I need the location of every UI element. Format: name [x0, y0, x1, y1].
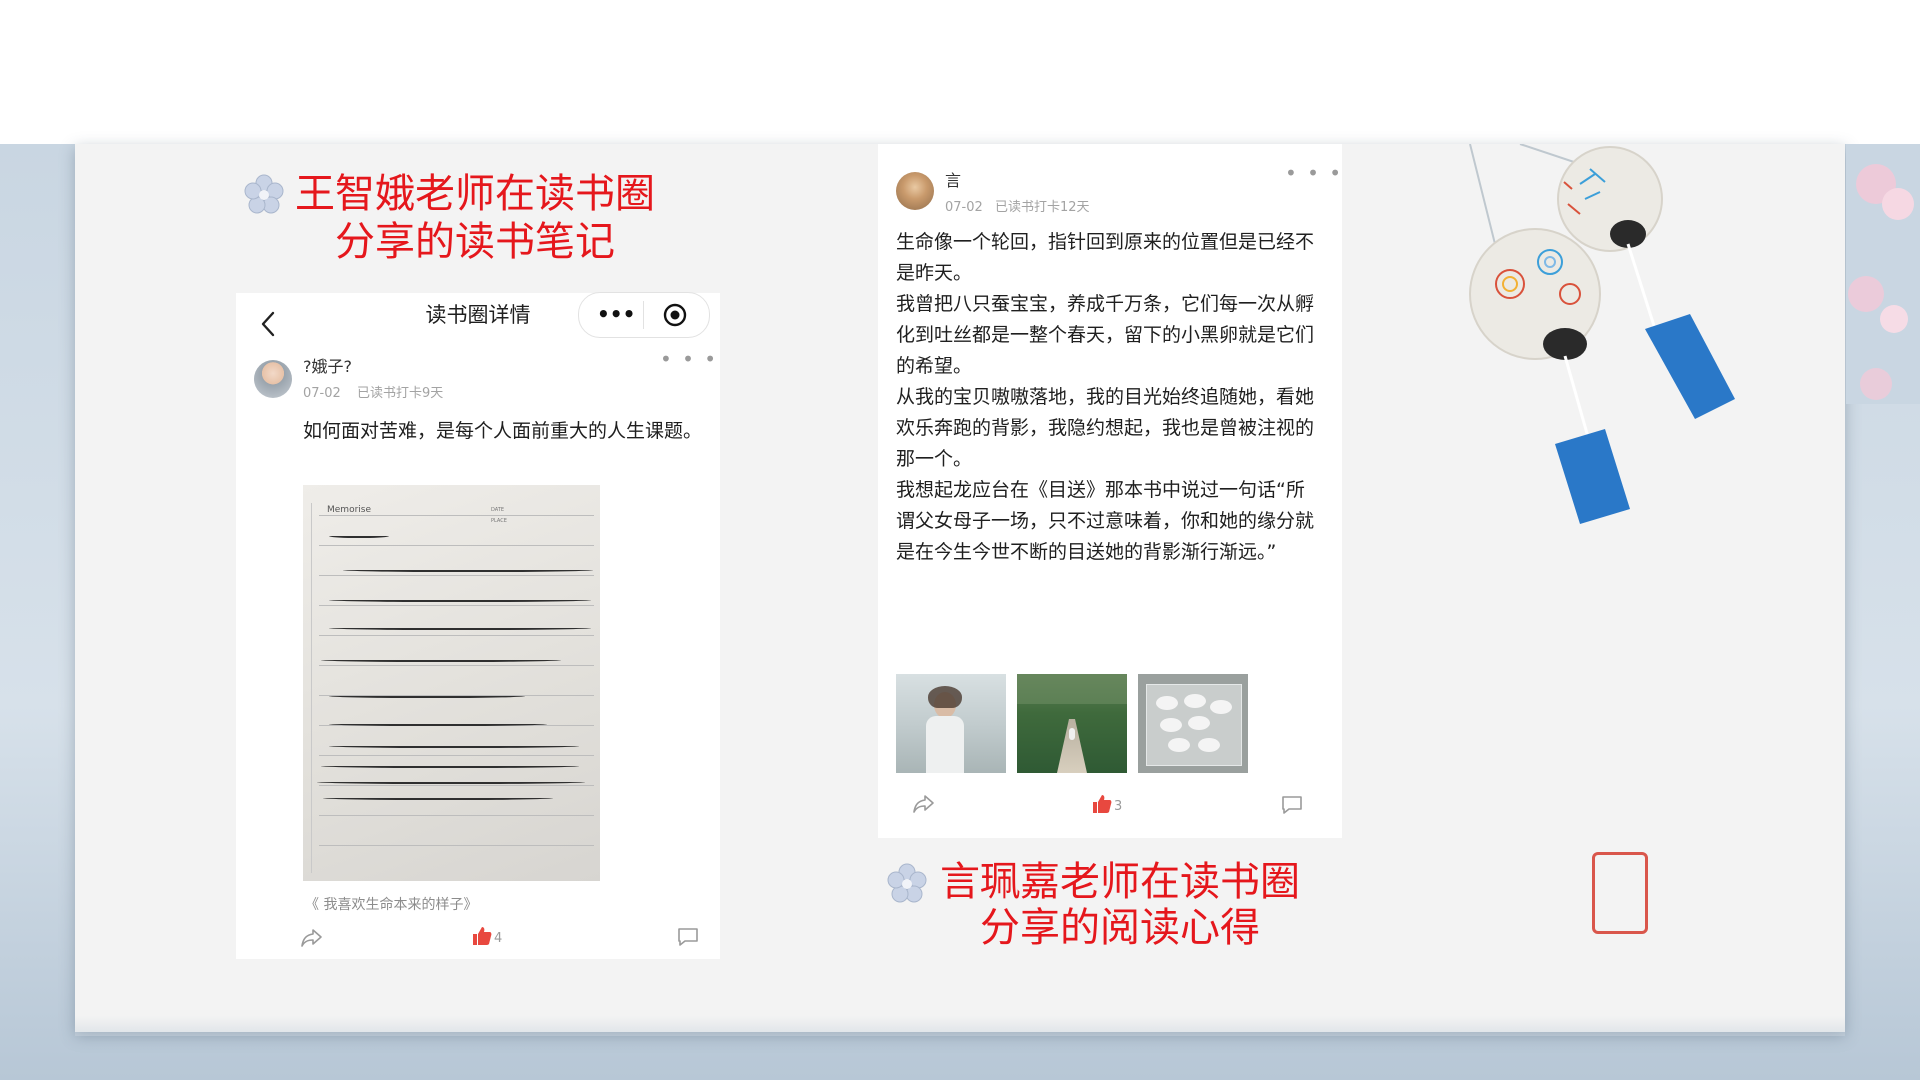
seal-stamp	[1592, 852, 1648, 934]
photo-thumbnail-girl[interactable]	[896, 674, 1006, 773]
note-place-label: PLACE	[491, 518, 507, 524]
like-count: 4	[494, 931, 503, 946]
like-icon[interactable]	[472, 926, 492, 946]
back-arrow-icon[interactable]	[259, 310, 279, 338]
checkin-days: 已读书打卡12天	[995, 200, 1090, 215]
photo-thumbnail-cocoons[interactable]	[1138, 674, 1248, 773]
post-more-icon[interactable]: • • •	[660, 349, 718, 369]
like-count: 3	[1114, 799, 1123, 814]
capsule-menu: •••	[578, 292, 710, 338]
post-paragraphs: 生命像一个轮回，指针回到原来的位置但是已经不是昨天。 我曾把八只蚕宝宝，养成千万…	[896, 227, 1320, 568]
wind-chimes-decoration	[1469, 144, 1735, 524]
capsule-more-button[interactable]: •••	[597, 300, 635, 328]
note-date-label: DATE	[491, 507, 505, 513]
photo-thumbnail-path[interactable]	[1017, 674, 1127, 773]
user-name[interactable]: 言	[945, 170, 961, 192]
like-icon[interactable]	[1092, 794, 1112, 814]
book-tag[interactable]: 《 我喜欢生命本来的样子》	[305, 895, 477, 915]
blossom-decoration	[1846, 144, 1920, 404]
post-date: 07-02	[303, 386, 341, 401]
post-date: 07-02	[945, 200, 983, 215]
comment-icon[interactable]	[1280, 794, 1304, 816]
close-target-icon[interactable]	[663, 303, 687, 327]
checkin-days: 已读书打卡9天	[357, 386, 444, 401]
capsule-divider	[643, 301, 644, 329]
right-caption-line2: 分享的阅读心得	[980, 905, 1260, 951]
user-name[interactable]: ?娥子?	[303, 356, 352, 378]
post-text: 如何面对苦难，是每个人面前重大的人生课题。	[303, 420, 703, 442]
share-icon[interactable]	[912, 794, 936, 814]
post-paragraph: 我曾把八只蚕宝宝，养成千万条，它们每一次从孵化到吐丝都是一整个春天，留下的小黑卵…	[896, 293, 1315, 377]
flower-icon	[244, 174, 284, 214]
post-paragraph: 从我的宝贝嗷嗷落地，我的目光始终追随她，看她欢乐奔跑的背影，我隐约想起，我也是曾…	[896, 386, 1315, 470]
post-paragraph: 生命像一个轮回，指针回到原来的位置但是已经不是昨天。	[896, 231, 1315, 284]
right-caption-line1: 言珮嘉老师在读书圈	[940, 859, 1300, 905]
avatar[interactable]	[254, 360, 292, 398]
note-header: Memorise	[327, 505, 372, 515]
flower-icon	[887, 863, 927, 903]
left-caption-line1: 王智娥老师在读书圈	[295, 171, 655, 217]
avatar[interactable]	[896, 172, 934, 210]
handwritten-note-photo[interactable]: Memorise DATE PLACE	[303, 485, 600, 881]
nav-title: 读书圈详情	[425, 303, 531, 327]
left-caption-line2: 分享的读书笔记	[335, 219, 615, 265]
post-paragraph: 我想起龙应台在《目送》那本书中说过一句话“所谓父女母子一场，只不过意味着，你和她…	[896, 479, 1315, 563]
share-icon[interactable]	[300, 928, 324, 948]
comment-icon[interactable]	[676, 926, 700, 948]
post-more-icon[interactable]: • • •	[1285, 163, 1343, 183]
